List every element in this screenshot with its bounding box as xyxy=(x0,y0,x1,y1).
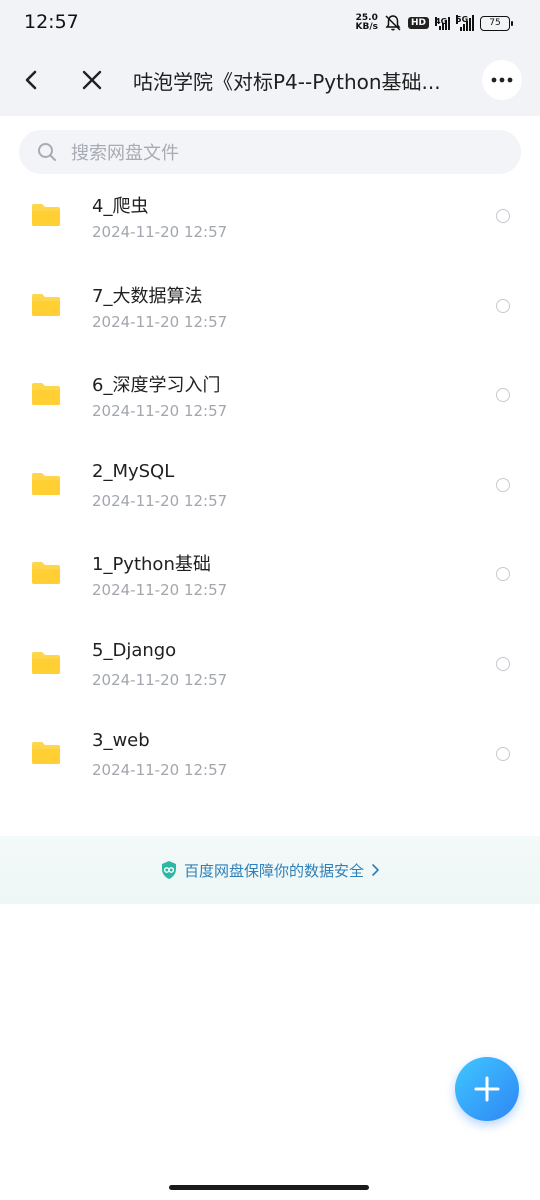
back-button[interactable] xyxy=(18,66,46,94)
file-name: 3_web xyxy=(92,729,150,751)
search-icon xyxy=(38,143,56,161)
title-bar: 咕泡学院《对标P4--Python基础... xyxy=(0,44,540,116)
hd-badge: HD xyxy=(407,17,429,29)
arrow-left-icon xyxy=(25,70,37,90)
battery-icon: 75 xyxy=(480,15,513,31)
search-bar[interactable] xyxy=(19,130,521,176)
file-date: 2024-11-20 12:57 xyxy=(92,760,228,779)
file-list-item[interactable]: 4_爬虫 2024-11-20 12:57 xyxy=(0,172,540,262)
folder-icon xyxy=(32,562,60,585)
file-date: 2024-11-20 12:57 xyxy=(92,581,228,600)
signal-4g-icon: 4G xyxy=(435,16,450,30)
file-list-item[interactable]: 6_深度学习入门 2024-11-20 12:57 xyxy=(0,351,540,441)
status-time: 12:57 xyxy=(24,11,79,33)
status-bar: 12:57 25.0 KB/s HD 4G 5G 75 xyxy=(0,0,540,44)
chevron-right-icon xyxy=(372,864,379,876)
security-banner-text: 百度网盘保障你的数据安全 xyxy=(183,861,364,880)
select-checkbox[interactable] xyxy=(496,656,510,671)
folder-icon xyxy=(32,293,60,316)
file-name: 4_爬虫 xyxy=(92,196,149,217)
file-date: 2024-11-20 12:57 xyxy=(92,670,228,689)
select-checkbox[interactable] xyxy=(496,209,510,223)
file-list-item[interactable]: 5_Django 2024-11-20 12:57 xyxy=(0,620,540,710)
security-banner[interactable]: 百度网盘保障你的数据安全 xyxy=(0,836,540,904)
select-checkbox[interactable] xyxy=(496,388,510,403)
folder-icon xyxy=(32,472,60,495)
folder-icon xyxy=(32,741,60,764)
more-horizontal-icon xyxy=(491,77,513,83)
file-name: 2_MySQL xyxy=(92,460,175,482)
signal-5g-icon: 5G xyxy=(456,15,474,31)
file-date: 2024-11-20 12:57 xyxy=(92,402,228,421)
file-date: 2024-11-20 12:57 xyxy=(92,223,228,241)
close-icon xyxy=(82,70,102,90)
add-button[interactable] xyxy=(455,1057,519,1121)
select-checkbox[interactable] xyxy=(496,746,510,761)
file-list-item[interactable]: 2_MySQL 2024-11-20 12:57 xyxy=(0,441,540,531)
search-input[interactable] xyxy=(69,130,493,176)
more-button[interactable] xyxy=(482,60,522,100)
file-date: 2024-11-20 12:57 xyxy=(92,491,228,510)
file-name: 7_大数据算法 xyxy=(92,285,203,307)
file-date: 2024-11-20 12:57 xyxy=(92,312,228,331)
home-indicator[interactable] xyxy=(169,1185,369,1190)
shield-icon xyxy=(161,861,176,879)
select-checkbox[interactable] xyxy=(496,567,510,582)
file-list-item[interactable]: 3_web 2024-11-20 12:57 xyxy=(0,710,540,800)
network-speed: 25.0 KB/s xyxy=(356,14,378,32)
select-checkbox[interactable] xyxy=(496,298,510,313)
file-name: 1_Python基础 xyxy=(92,554,211,576)
folder-icon xyxy=(32,651,60,674)
file-name: 6_深度学习入门 xyxy=(92,375,221,397)
page-title: 咕泡学院《对标P4--Python基础... xyxy=(133,70,441,94)
status-icons: 25.0 KB/s HD 4G 5G 75 xyxy=(356,12,513,34)
folder-icon xyxy=(32,204,60,226)
file-list-item[interactable]: 7_大数据算法 2024-11-20 12:57 xyxy=(0,262,540,352)
select-checkbox[interactable] xyxy=(496,477,510,492)
plus-icon xyxy=(474,1076,500,1102)
folder-icon xyxy=(32,383,60,406)
bell-muted-icon xyxy=(385,15,401,31)
network-speed-unit: KB/s xyxy=(355,22,378,32)
file-list-item[interactable]: 1_Python基础 2024-11-20 12:57 xyxy=(0,530,540,620)
close-button[interactable] xyxy=(78,66,106,94)
file-list: 4_爬虫 2024-11-20 12:57 7_大数据算法 2024-11-20… xyxy=(0,172,540,799)
file-name: 5_Django xyxy=(92,639,177,661)
